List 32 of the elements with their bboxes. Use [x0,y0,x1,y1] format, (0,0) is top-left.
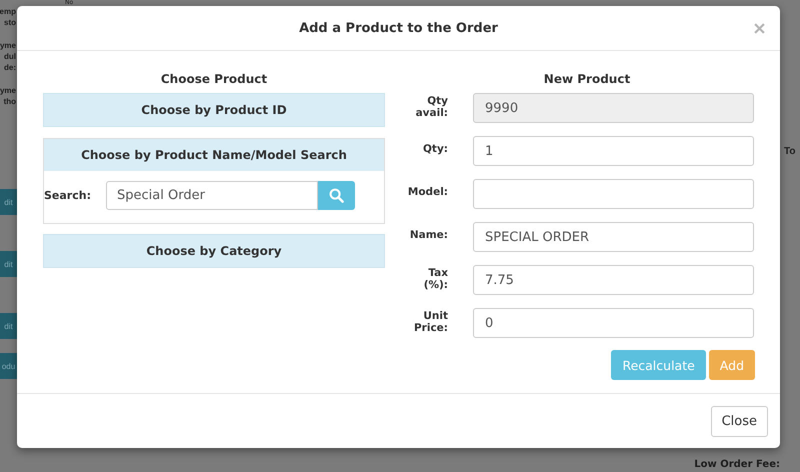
close-icon[interactable] [754,23,765,34]
section-heading: New Product [542,71,632,88]
field-label: Unit Price: [414,310,448,334]
text-field[interactable] [473,179,754,209]
text-field[interactable]: 1 [473,136,754,166]
field-label: Name: [410,229,448,241]
panel-header[interactable]: Choose by Product ID [43,93,385,127]
field-label: sto [4,17,17,28]
field-label: yme [0,40,17,51]
search-field[interactable]: Special Order [106,181,318,210]
field-label: Model: [408,186,448,198]
field-label: Qty avail: [416,95,448,119]
panel-header[interactable]: Choose by Category [43,234,385,268]
field-label: yme [0,85,17,96]
field-label: Tax (%): [424,267,448,291]
field-label: tho [4,96,17,107]
close-button[interactable]: Close [710,406,768,436]
modal-title: Add a Product to the Order [299,20,498,36]
field-label: de: [4,62,17,73]
column-header: To [783,146,796,157]
field-label: Qty: [423,143,448,155]
section-heading: Choose Product [160,71,268,88]
text-field[interactable]: 7.75 [473,265,754,295]
search-label: Search: [44,189,92,202]
field-label: emp [0,6,17,17]
text-field[interactable]: 0 [473,308,754,338]
summary-label: Low Order Fee: [694,459,780,471]
panel-header[interactable]: Choose by Product Name/Model Search [44,139,384,171]
search-button[interactable] [318,181,355,210]
search-icon [329,188,344,203]
text-field[interactable]: SPECIAL ORDER [473,222,754,252]
field-label: dul [4,51,17,62]
